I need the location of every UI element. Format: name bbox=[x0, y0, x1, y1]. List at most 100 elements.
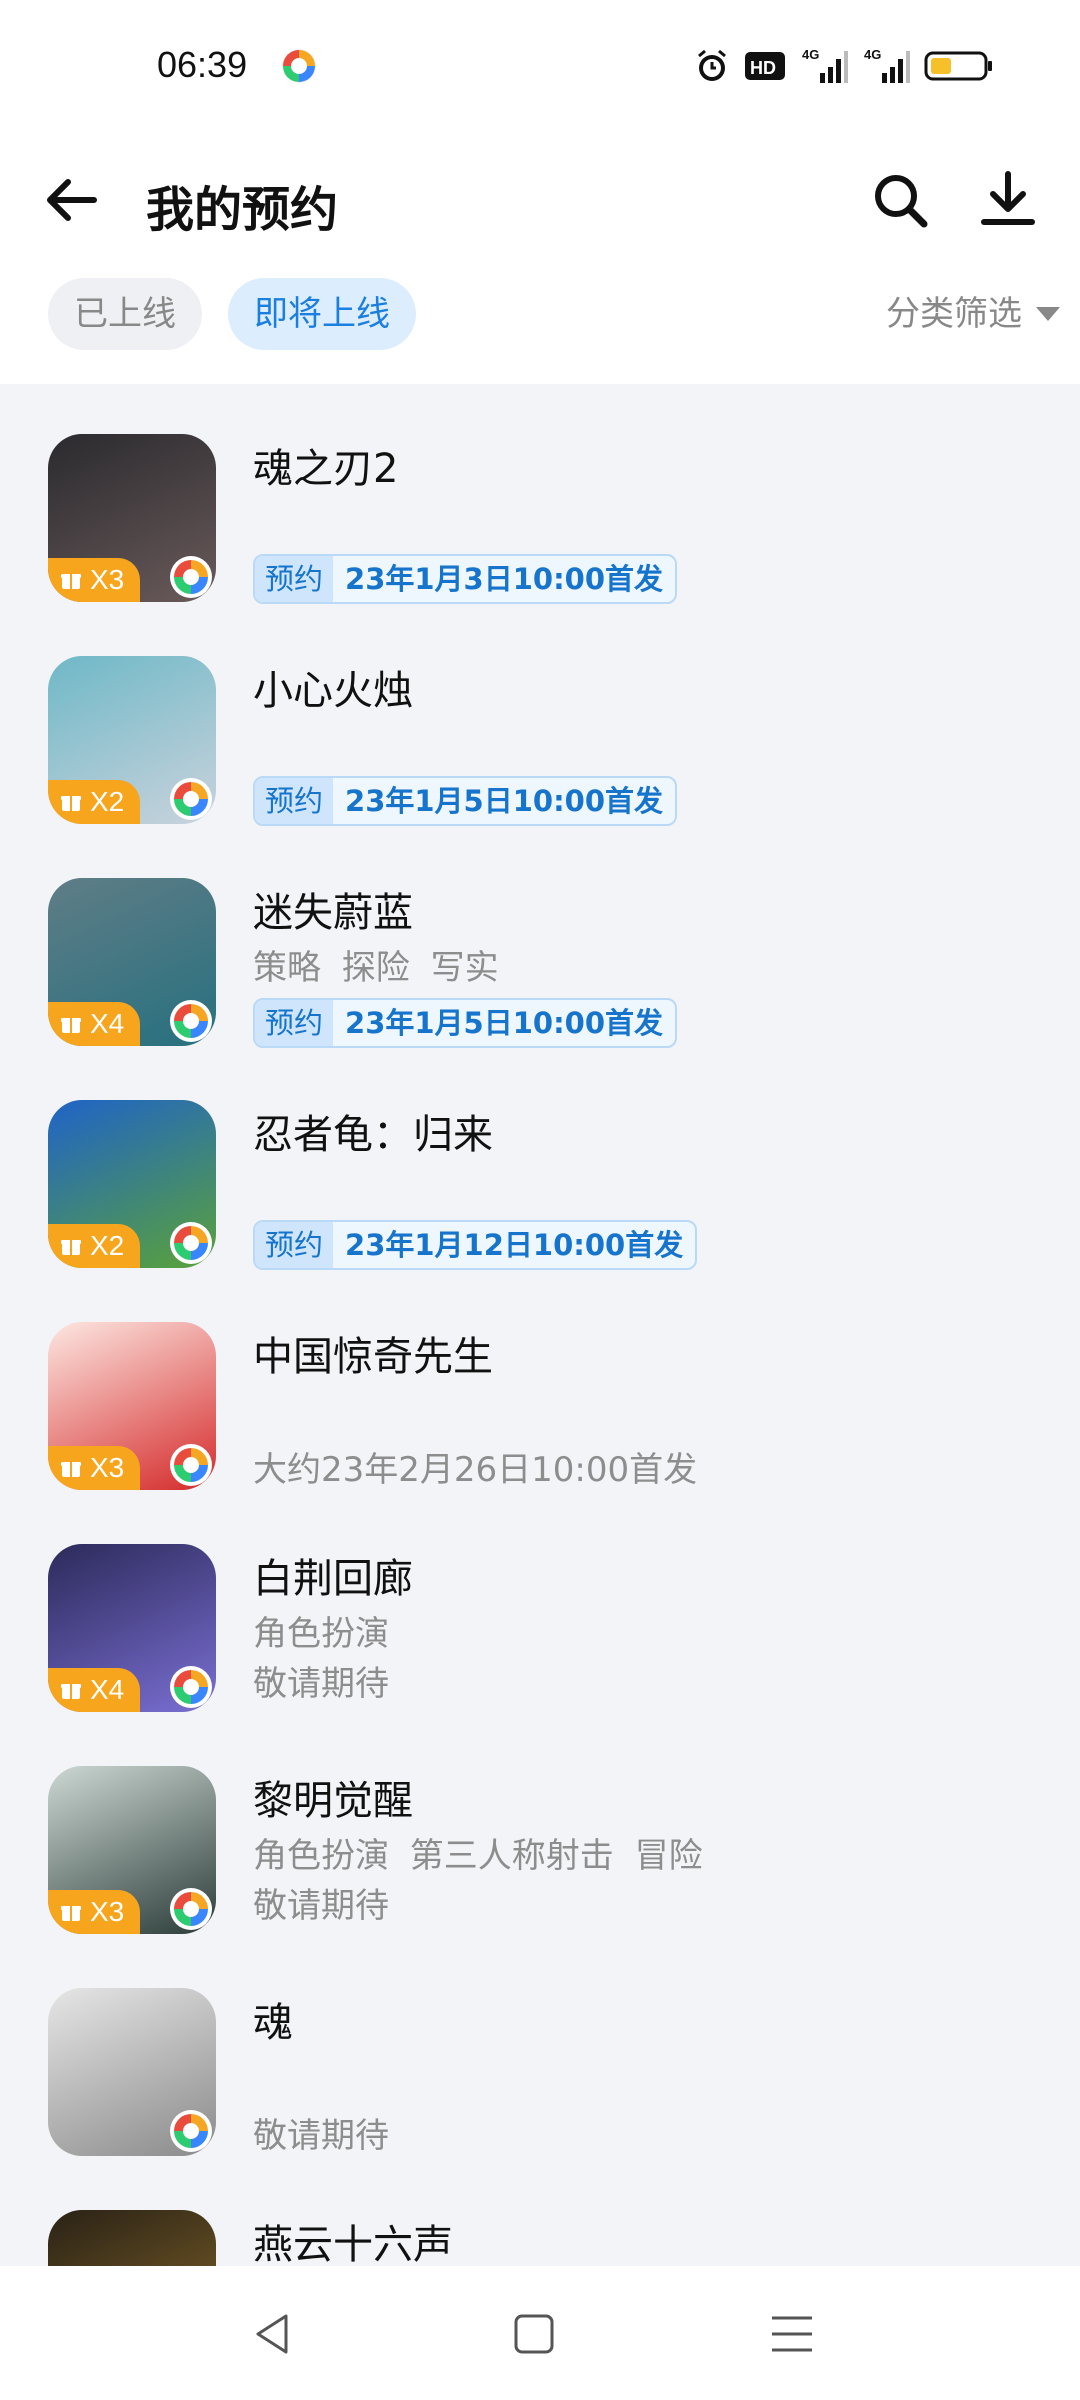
game-cover-image bbox=[48, 2210, 216, 2266]
game-cover-image: X3 bbox=[48, 434, 216, 602]
download-button[interactable] bbox=[975, 166, 1041, 232]
nav-menu-button[interactable] bbox=[764, 2306, 820, 2362]
4g-signal-icon: 4G bbox=[800, 46, 848, 86]
gift-count: X3 bbox=[90, 564, 125, 595]
release-status: 敬请期待 bbox=[253, 1664, 389, 1704]
gift-badge: X4 bbox=[48, 1002, 141, 1046]
home-square-icon bbox=[514, 2314, 554, 2354]
game-list-item[interactable]: X3 魂之刃2 预约 23年1月3日10:00首发 bbox=[0, 384, 1080, 606]
menu-lines-icon bbox=[772, 2316, 812, 2352]
game-name: 黎明觉醒 bbox=[253, 1778, 413, 1824]
release-status: 敬请期待 bbox=[253, 1886, 389, 1926]
search-button[interactable] bbox=[868, 168, 932, 232]
reservation-tag: 预约 bbox=[255, 556, 334, 602]
release-status: 大约23年2月26日10:00首发 bbox=[253, 1450, 698, 1490]
back-arrow-icon bbox=[47, 179, 97, 221]
game-tags: 策略 探险 写实 bbox=[253, 948, 499, 988]
store-badge-icon bbox=[170, 2110, 212, 2152]
gift-icon bbox=[61, 1462, 81, 1477]
4g-label: 4G bbox=[864, 47, 881, 62]
game-name: 魂之刃2 bbox=[253, 446, 399, 492]
game-cover-image: X3 bbox=[48, 1322, 216, 1490]
game-list-item[interactable]: 魂敬请期待 bbox=[0, 1938, 1080, 2160]
gift-badge: X3 bbox=[48, 558, 141, 602]
game-list-item[interactable]: X2 小心火烛预约 23年1月5日10:00首发 bbox=[0, 606, 1080, 828]
game-name: 忍者龟：归来 bbox=[253, 1112, 493, 1158]
game-name: 魂 bbox=[253, 2000, 293, 2046]
release-date-badge: 预约 23年1月12日10:00首发 bbox=[253, 1220, 698, 1270]
release-date-badge: 预约 23年1月3日10:00首发 bbox=[253, 554, 678, 604]
gift-icon bbox=[61, 574, 81, 589]
filter-label: 分类筛选 bbox=[886, 294, 1022, 334]
nav-back-button[interactable] bbox=[246, 2306, 302, 2362]
header: 我的预约 已上线 即将上线 分类筛选 bbox=[0, 120, 1080, 384]
alarm-icon bbox=[694, 46, 730, 86]
store-badge-icon bbox=[170, 1444, 212, 1486]
store-badge-icon bbox=[170, 778, 212, 820]
release-date: 23年1月5日10:00首发 bbox=[345, 1006, 664, 1040]
nav-home-button[interactable] bbox=[506, 2306, 562, 2362]
gift-badge: X3 bbox=[48, 1890, 141, 1934]
gift-icon bbox=[61, 1018, 81, 1033]
store-badge-icon bbox=[170, 556, 212, 598]
status-time: 06:39 bbox=[157, 44, 248, 85]
gift-count: X4 bbox=[90, 1674, 125, 1705]
gift-count: X4 bbox=[90, 1008, 125, 1039]
game-list-item[interactable]: X3 黎明觉醒角色扮演 第三人称射击 冒险 敬请期待 bbox=[0, 1716, 1080, 1938]
store-badge-icon bbox=[170, 1666, 212, 1708]
gift-count: X3 bbox=[90, 1896, 125, 1927]
game-name: 白荆回廊 bbox=[253, 1556, 413, 1602]
release-date-badge: 预约 23年1月5日10:00首发 bbox=[253, 776, 678, 826]
game-name: 小心火烛 bbox=[253, 668, 413, 714]
release-date: 23年1月5日10:00首发 bbox=[345, 784, 664, 818]
category-filter[interactable]: 分类筛选 bbox=[886, 278, 1060, 350]
game-list: X3 魂之刃2 预约 23年1月3日10:00首发 X2 小心火烛 预约 23年1月5日10:… bbox=[0, 384, 1080, 2266]
reservation-tag: 预约 bbox=[255, 1000, 334, 1046]
reservation-tag: 预约 bbox=[255, 1222, 334, 1268]
game-cover-image: X2 bbox=[48, 1100, 216, 1268]
4g-label: 4G bbox=[802, 47, 819, 62]
hd-label: HD bbox=[750, 58, 776, 78]
search-icon bbox=[875, 175, 928, 228]
game-tags: 角色扮演 bbox=[253, 1614, 389, 1654]
navigation-bar bbox=[0, 2266, 1080, 2400]
hd-icon: HD bbox=[744, 46, 786, 86]
gift-count: X2 bbox=[90, 786, 125, 817]
gift-count: X2 bbox=[90, 1230, 125, 1261]
game-list-item[interactable]: X4 迷失蔚蓝策略 探险 写实预约 23年1月5日10:00首发 bbox=[0, 828, 1080, 1050]
gift-badge: X2 bbox=[48, 780, 141, 824]
triangle-down-icon bbox=[1036, 307, 1060, 321]
release-status: 敬请期待 bbox=[253, 2116, 389, 2156]
store-badge-icon bbox=[170, 1888, 212, 1930]
game-list-item[interactable]: X3 中国惊奇先生 大约23年2月26日10:00首发 bbox=[0, 1272, 1080, 1494]
game-name: 迷失蔚蓝 bbox=[253, 890, 413, 936]
game-list-item[interactable]: X2 忍者龟：归来 预约 23年1月12日10:00首发 bbox=[0, 1050, 1080, 1272]
4g-signal-icon: 4G bbox=[862, 46, 910, 86]
status-icons: HD 4G 4G bbox=[694, 46, 992, 86]
release-date: 23年1月12日10:00首发 bbox=[345, 1228, 684, 1262]
game-tags: 角色扮演 第三人称射击 冒险 bbox=[253, 1836, 703, 1876]
gift-icon bbox=[61, 1906, 81, 1921]
download-icon bbox=[981, 171, 1035, 225]
gift-icon bbox=[61, 796, 81, 811]
game-cover-image: X3 bbox=[48, 1766, 216, 1934]
gift-icon bbox=[61, 1240, 81, 1255]
reservation-tag: 预约 bbox=[255, 778, 334, 824]
game-name: 燕云十六声 bbox=[253, 2222, 453, 2266]
game-cover-image: X4 bbox=[48, 878, 216, 1046]
release-date-badge: 预约 23年1月5日10:00首发 bbox=[253, 998, 678, 1048]
gift-count: X3 bbox=[90, 1452, 125, 1483]
game-list-item[interactable]: X4 白荆回廊角色扮演敬请期待 bbox=[0, 1494, 1080, 1716]
game-list-item[interactable]: 燕云十六声 bbox=[0, 2160, 1080, 2266]
tab-upcoming[interactable]: 即将上线 bbox=[228, 278, 416, 350]
store-badge-icon bbox=[170, 1000, 212, 1042]
gift-icon bbox=[61, 1684, 81, 1699]
back-button[interactable] bbox=[40, 168, 104, 232]
tab-online[interactable]: 已上线 bbox=[48, 278, 202, 350]
status-bar: 06:39 HD 4G 4G bbox=[0, 0, 1080, 120]
gift-badge: X3 bbox=[48, 1446, 141, 1490]
game-cover-image: X2 bbox=[48, 656, 216, 824]
game-cover-image bbox=[48, 1988, 216, 2156]
gift-badge: X2 bbox=[48, 1224, 141, 1268]
page-title: 我的预约 bbox=[146, 182, 339, 238]
